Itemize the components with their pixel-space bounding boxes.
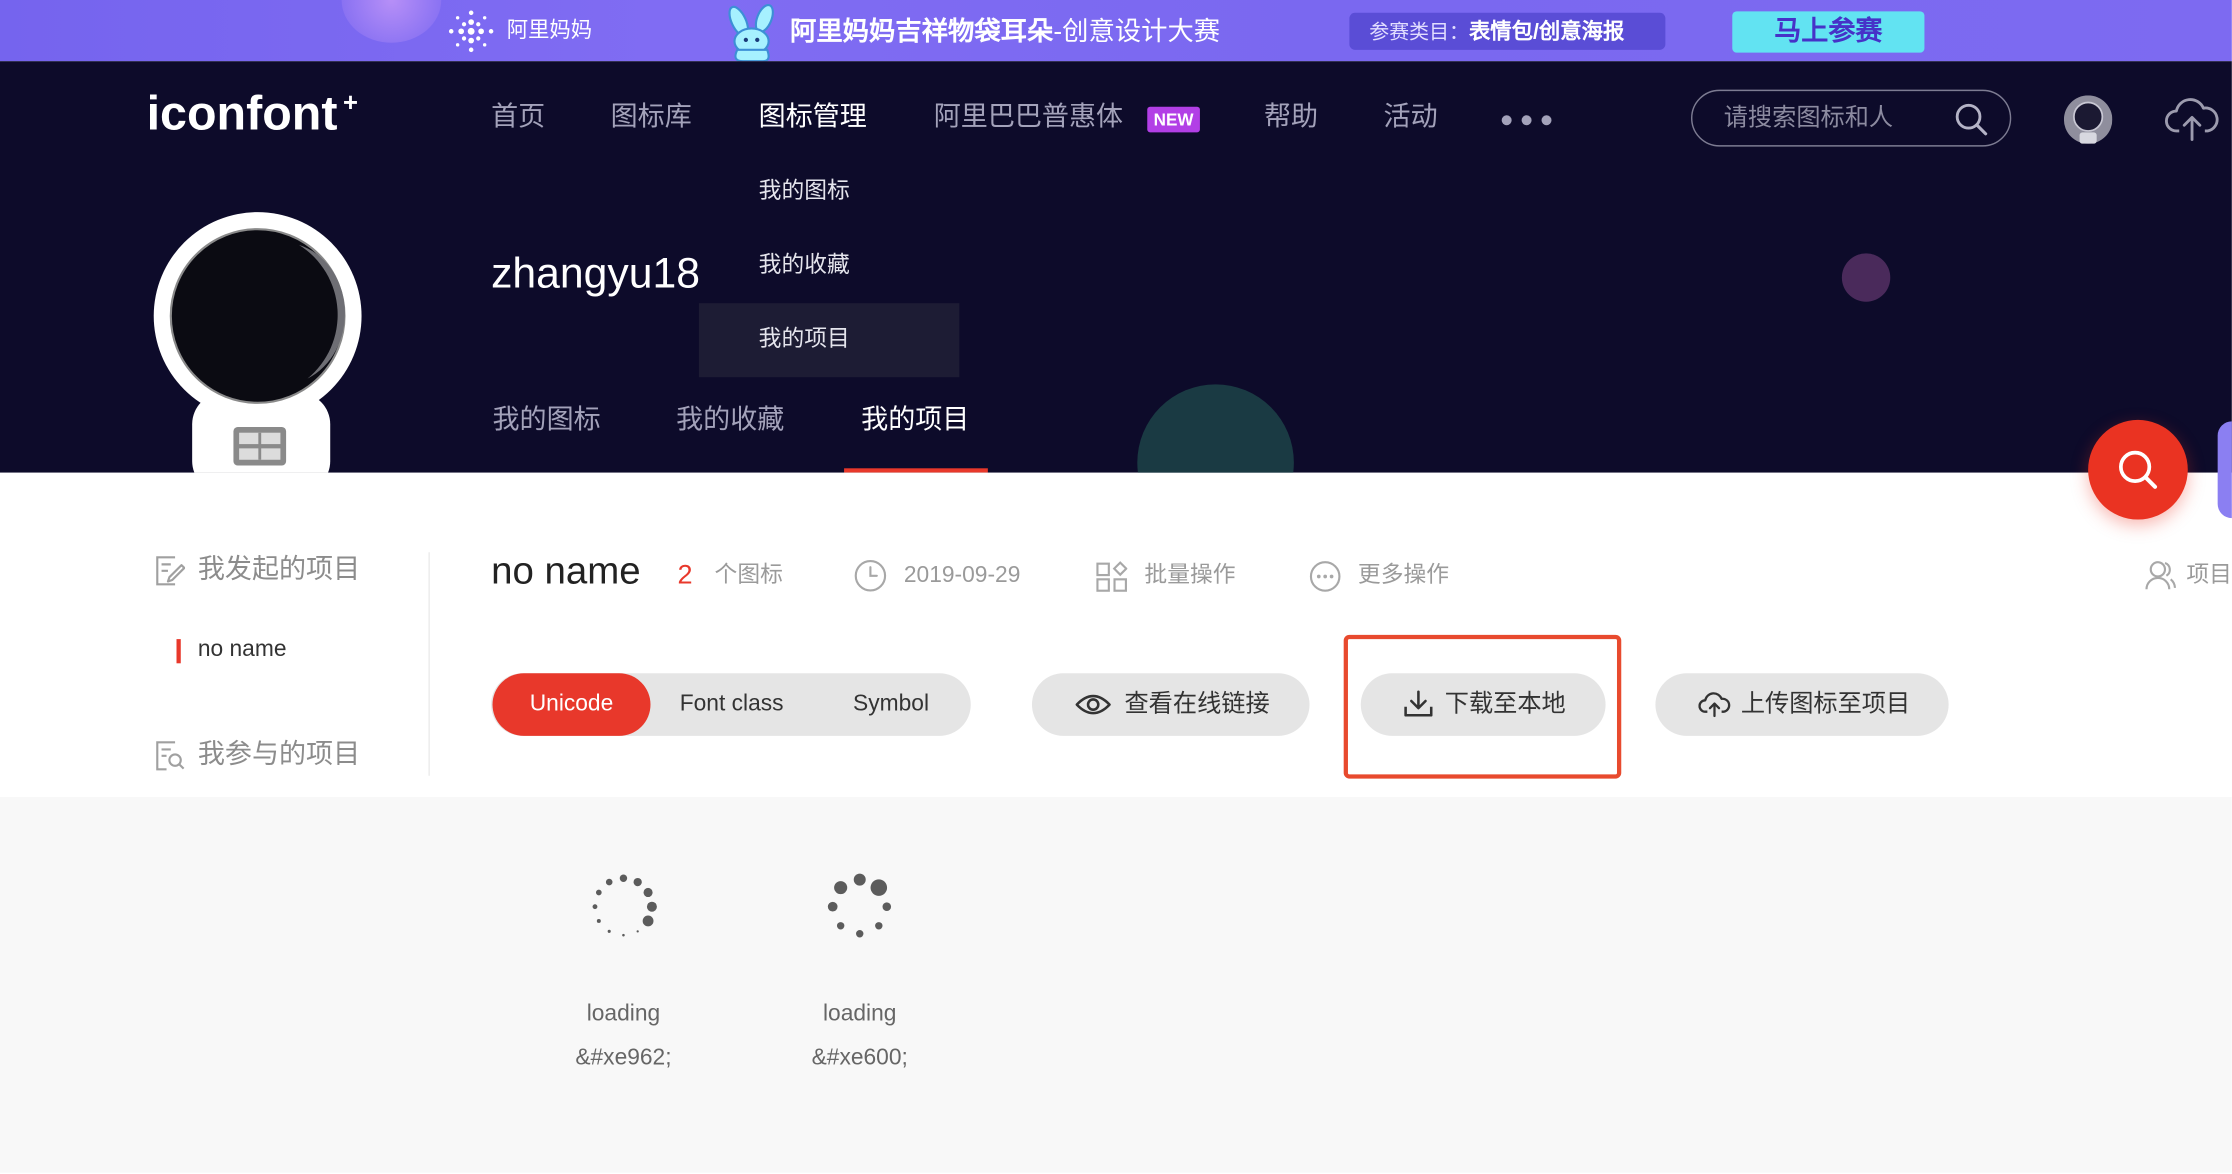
loading-spinner-icon [592,874,657,937]
cloud-upload-icon [1698,692,1731,718]
promo-banner[interactable]: 阿里妈妈 阿里妈妈吉祥物袋耳朵-创意设计大赛 参赛类目：表情包/创意海报 马上参… [0,0,2232,62]
members-icon[interactable] [2145,559,2177,590]
dropdown-item-my-icons[interactable]: 我的图标 [699,155,959,229]
view-online-link-button[interactable]: 查看在线链接 [1031,673,1310,736]
tab-my-projects[interactable]: 我的项目 [861,403,969,440]
viewport: 阿里妈妈 阿里妈妈吉祥物袋耳朵-创意设计大赛 参赛类目：表情包/创意海报 马上参… [0,0,2232,1174]
nav-item-activity[interactable]: 活动 [1384,100,1438,137]
banner-glow [341,0,442,43]
project-members-link[interactable]: 项目 [2186,562,2232,590]
loading-spinner-icon [827,873,892,938]
sidebar-joined-projects-heading[interactable]: 我参与的项目 [198,739,360,773]
batch-operation-button[interactable]: 批量操作 [1144,562,1235,590]
icon-card[interactable]: loading &#xe962; [538,854,709,1082]
icon-unicode: &#xe962; [575,1046,672,1071]
decorative-teal-circle [1137,384,1294,473]
avatar-icon[interactable] [2063,95,2113,144]
site-header: iconfont + 首页 图标库 图标管理 阿里巴巴普惠体 NEW 帮助 活动 [0,61,2232,473]
project-icon-count: 2 [677,560,693,591]
banner-title-main: 阿里妈妈吉祥物袋耳朵 [789,15,1054,46]
banner-title: 阿里妈妈吉祥物袋耳朵-创意设计大赛 [790,14,1220,48]
dropdown-item-my-favorites[interactable]: 我的收藏 [699,229,959,303]
download-to-local-label: 下载至本地 [1444,690,1566,718]
icon-name: loading [586,1002,661,1027]
search-input[interactable] [1723,101,1938,136]
icon-unicode: &#xe600; [811,1046,908,1071]
astronaut-avatar-icon[interactable] [151,211,367,473]
download-icon [1404,690,1433,717]
tab-my-favorites[interactable]: 我的收藏 [676,403,784,440]
sidebar-active-indicator [176,639,181,664]
search-icon [2119,450,2158,489]
icon-management-dropdown: 我的图标 我的收藏 我的项目 [698,155,960,378]
banner-brand-name: 阿里妈妈 [506,18,593,43]
sidebar-item-no-name[interactable]: no name [198,636,287,664]
clock-icon [854,560,887,592]
floating-search-button[interactable] [2088,419,2188,520]
iconfont-logo[interactable]: iconfont [147,85,338,142]
iconfont-logo-plus: + [343,88,359,117]
format-switcher: Unicode Font class Symbol [491,673,971,736]
icon-card[interactable]: loading &#xe600; [774,854,945,1082]
contest-category-value: 表情包/创意海报 [1468,19,1625,45]
kangaroo-mascot-icon [728,3,774,62]
contest-category-pill: 参赛类目：表情包/创意海报 [1349,12,1666,50]
join-contest-button[interactable]: 马上参赛 [1732,11,1925,53]
iconfont-project-page: 阿里妈妈 阿里妈妈吉祥物袋耳朵-创意设计大赛 参赛类目：表情包/创意海报 马上参… [0,0,2232,1173]
upload-icons-to-project-label: 上传图标至项目 [1740,690,1911,718]
project-title: no name [491,549,641,593]
more-operations-button[interactable]: 更多操作 [1358,562,1449,590]
cloud-upload-icon[interactable] [2165,97,2219,143]
nav-item-home[interactable]: 首页 [491,100,545,137]
icon-grid-background [0,797,2232,1173]
project-icon-count-unit: 个图标 [714,563,783,588]
upload-icons-to-project-button[interactable]: 上传图标至项目 [1655,673,1949,736]
alimama-logo-icon [448,10,494,53]
document-edit-icon [156,556,186,586]
nav-item-help[interactable]: 帮助 [1264,100,1318,137]
nav-item-icon-management[interactable]: 图标管理 [759,100,867,137]
banner-title-sub: -创意设计大赛 [1053,15,1221,46]
header-search [1690,89,2012,147]
more-circle-icon[interactable] [1309,561,1341,592]
profile-username: zhangyu18 [491,250,701,298]
view-online-link-label: 查看在线链接 [1124,690,1270,718]
nav-item-puhuiti-font[interactable]: 阿里巴巴普惠体 [934,100,1123,137]
active-tab-indicator [844,468,988,473]
project-date: 2019-09-29 [903,563,1021,588]
format-tab-unicode[interactable]: Unicode [492,673,651,736]
format-tab-symbol[interactable]: Symbol [813,673,970,736]
new-badge: NEW [1147,106,1200,133]
icon-name: loading [822,1002,897,1027]
download-to-local-button[interactable]: 下载至本地 [1360,673,1606,736]
search-icon[interactable] [1954,102,1988,136]
eye-icon [1075,694,1111,715]
format-tab-font-class[interactable]: Font class [650,673,812,736]
tab-my-icons[interactable]: 我的图标 [492,403,600,440]
sidebar-divider [428,552,430,776]
nav-item-icon-library[interactable]: 图标库 [611,100,692,137]
batch-grid-icon[interactable] [1096,561,1128,592]
contest-category-label: 参赛类目： [1369,19,1469,43]
floating-side-button[interactable] [2217,421,2232,519]
decorative-purple-dot [1841,253,1891,302]
dropdown-item-my-projects[interactable]: 我的项目 [698,303,960,378]
ellipsis-icon[interactable] [1501,115,1552,126]
sidebar-created-projects-heading[interactable]: 我发起的项目 [198,554,360,588]
document-search-icon [156,741,185,771]
